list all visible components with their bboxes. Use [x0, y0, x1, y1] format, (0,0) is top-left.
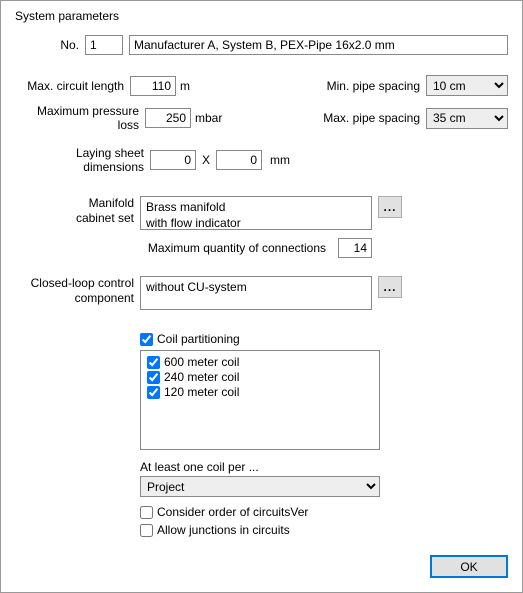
- max-circuit-length-input[interactable]: [130, 76, 176, 96]
- manifold-label-2: cabinet set: [76, 211, 134, 225]
- closed-loop-label-2: component: [75, 291, 134, 305]
- manifold-value[interactable]: Brass manifold with flow indicator: [140, 196, 372, 230]
- at-least-one-select[interactable]: Project: [140, 476, 380, 497]
- mm-unit: mm: [262, 153, 290, 167]
- coil-item-0[interactable]: 600 meter coil: [147, 355, 373, 369]
- max-connections-input[interactable]: [338, 238, 372, 258]
- closed-loop-value[interactable]: without CU-system: [140, 276, 372, 310]
- coil-listbox[interactable]: 600 meter coil240 meter coil120 meter co…: [140, 350, 380, 450]
- manifold-browse-button[interactable]: ...: [378, 196, 402, 218]
- at-least-one-label: At least one coil per ...: [140, 460, 380, 474]
- max-pressure-loss-label: Maximum pressure loss: [15, 104, 145, 132]
- manifold-label-1: Manifold: [89, 196, 134, 210]
- sheet-width-input[interactable]: [150, 150, 196, 170]
- min-pipe-spacing-label: Min. pipe spacing: [316, 79, 426, 93]
- max-connections-label: Maximum quantity of connections: [148, 241, 332, 255]
- max-pressure-loss-input[interactable]: [145, 108, 191, 128]
- x-label: X: [196, 153, 216, 167]
- mbar-unit: mbar: [191, 111, 222, 125]
- sheet-height-input[interactable]: [216, 150, 262, 170]
- coil-partitioning-checkbox[interactable]: Coil partitioning: [140, 332, 380, 346]
- system-name-input[interactable]: [129, 35, 508, 55]
- no-input[interactable]: [85, 35, 123, 55]
- ok-button[interactable]: OK: [430, 555, 508, 578]
- m-unit: m: [176, 79, 190, 93]
- closed-loop-label-1: Closed-loop control: [31, 276, 134, 290]
- closed-loop-browse-button[interactable]: ...: [378, 276, 402, 298]
- max-pipe-spacing-label: Max. pipe spacing: [316, 111, 426, 125]
- min-pipe-spacing-select[interactable]: 10 cm: [426, 75, 508, 96]
- coil-item-2[interactable]: 120 meter coil: [147, 385, 373, 399]
- consider-order-checkbox[interactable]: Consider order of circuitsVer: [140, 505, 380, 519]
- max-pipe-spacing-select[interactable]: 35 cm: [426, 108, 508, 129]
- coil-item-1[interactable]: 240 meter coil: [147, 370, 373, 384]
- no-label: No.: [15, 38, 85, 52]
- dialog-title: System parameters: [15, 9, 508, 23]
- allow-junctions-checkbox[interactable]: Allow junctions in circuits: [140, 523, 380, 537]
- max-circuit-length-label: Max. circuit length: [15, 79, 130, 93]
- laying-sheet-label: Laying sheet dimensions: [15, 146, 150, 174]
